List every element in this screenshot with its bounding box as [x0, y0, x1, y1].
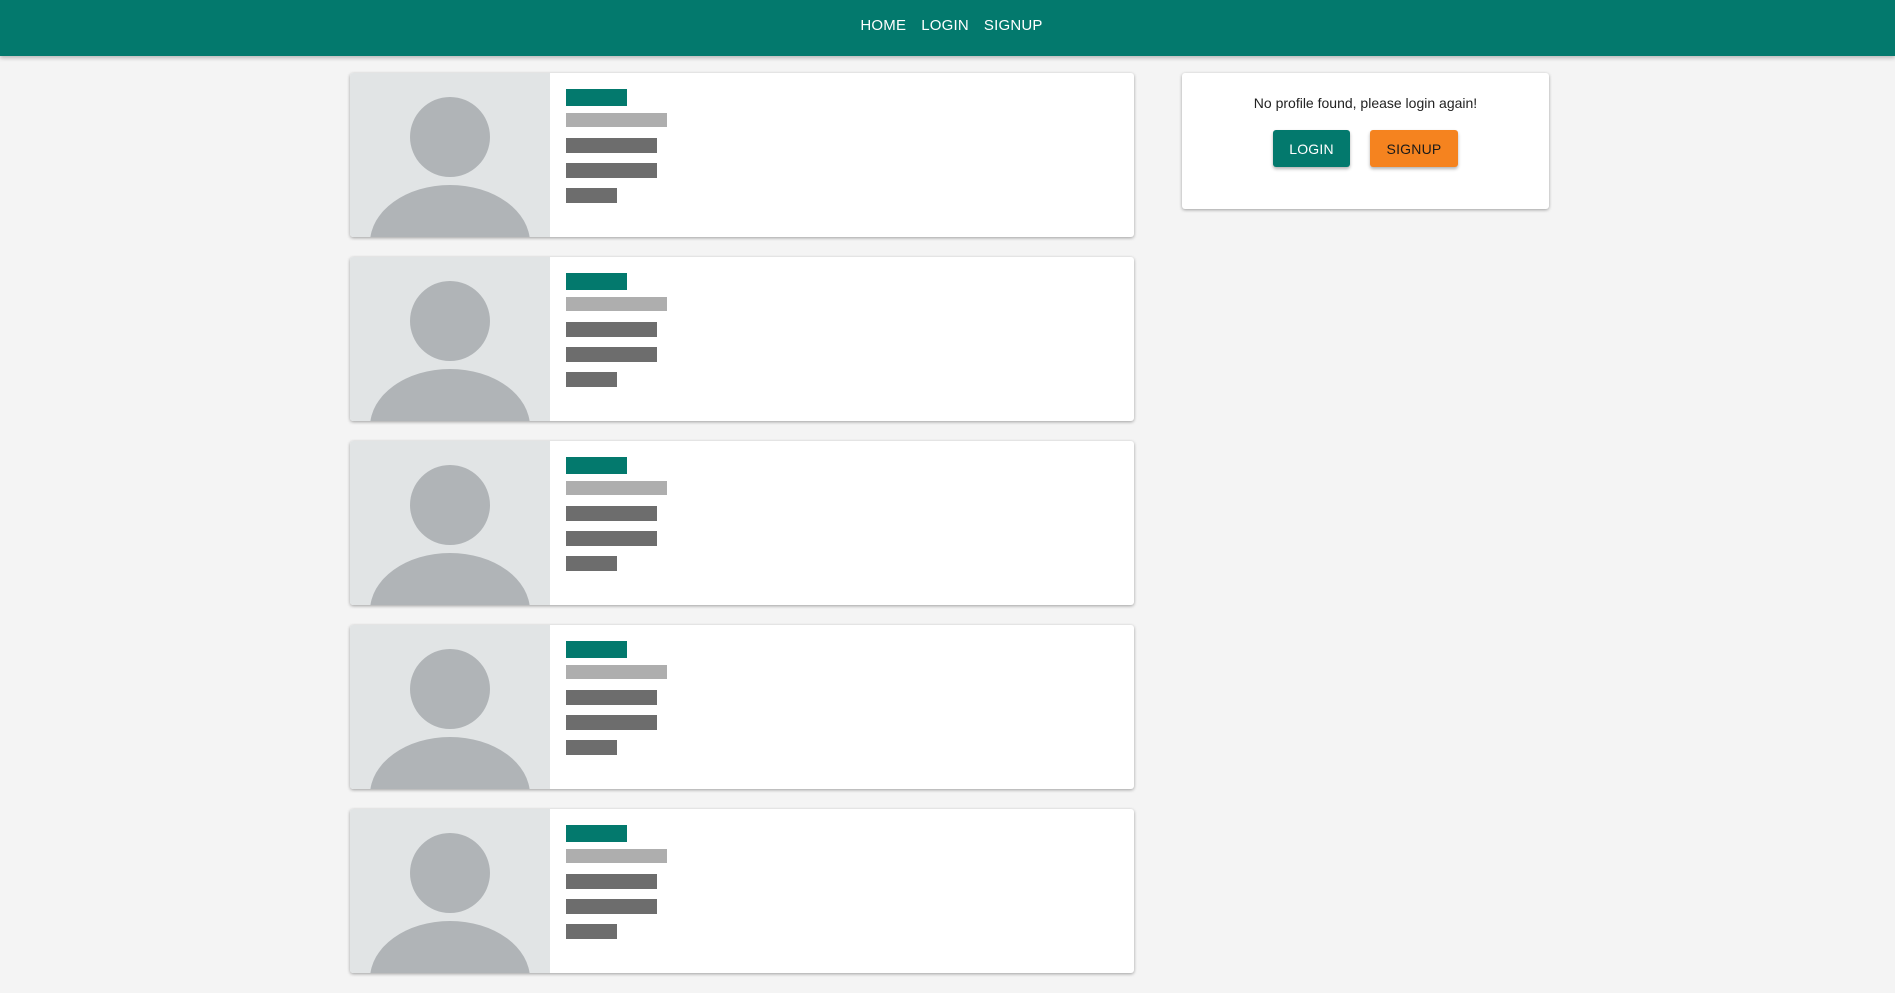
detail-line-placeholder: [566, 531, 657, 546]
name-placeholder: [566, 825, 627, 842]
detail-line-placeholder: [566, 188, 617, 203]
detail-line-placeholder: [566, 899, 657, 914]
name-placeholder: [566, 273, 627, 290]
subtitle-placeholder: [566, 665, 667, 679]
detail-line-placeholder: [566, 347, 657, 362]
profile-info-placeholder: [550, 809, 667, 973]
profile-card[interactable]: [350, 73, 1134, 237]
nav-links: HOME LOGIN SIGNUP: [852, 17, 1042, 34]
name-placeholder: [566, 89, 627, 106]
name-placeholder: [566, 457, 627, 474]
subtitle-placeholder: [566, 297, 667, 311]
auth-button-row: LOGIN SIGNUP: [1182, 130, 1549, 167]
signup-button[interactable]: SIGNUP: [1370, 130, 1458, 167]
profile-info-placeholder: [550, 625, 667, 789]
detail-line-placeholder: [566, 506, 657, 521]
subtitle-placeholder: [566, 849, 667, 863]
avatar-placeholder: [350, 257, 550, 421]
profile-card[interactable]: [350, 809, 1134, 973]
detail-line-placeholder: [566, 372, 617, 387]
user-silhouette-icon: [370, 97, 530, 237]
user-silhouette-icon: [370, 465, 530, 605]
detail-line-placeholder: [566, 322, 657, 337]
subtitle-placeholder: [566, 481, 667, 495]
avatar-placeholder: [350, 441, 550, 605]
profile-info-placeholder: [550, 441, 667, 605]
detail-line-placeholder: [566, 690, 657, 705]
profile-info-placeholder: [550, 257, 667, 421]
nav-signup-link[interactable]: SIGNUP: [984, 17, 1043, 34]
name-placeholder: [566, 641, 627, 658]
detail-line-placeholder: [566, 715, 657, 730]
profile-panel: No profile found, please login again! LO…: [1182, 73, 1549, 209]
user-silhouette-icon: [370, 281, 530, 421]
no-profile-message: No profile found, please login again!: [1253, 95, 1478, 111]
user-silhouette-icon: [370, 649, 530, 789]
login-button[interactable]: LOGIN: [1273, 130, 1350, 167]
profile-feed: [350, 73, 1134, 993]
nav-login-link[interactable]: LOGIN: [921, 17, 969, 34]
avatar-placeholder: [350, 625, 550, 789]
detail-line-placeholder: [566, 924, 617, 939]
profile-card[interactable]: [350, 441, 1134, 605]
profile-card[interactable]: [350, 257, 1134, 421]
profile-card[interactable]: [350, 625, 1134, 789]
avatar-placeholder: [350, 809, 550, 973]
subtitle-placeholder: [566, 113, 667, 127]
detail-line-placeholder: [566, 556, 617, 571]
user-silhouette-icon: [370, 833, 530, 973]
detail-line-placeholder: [566, 163, 657, 178]
profile-info-placeholder: [550, 73, 667, 237]
top-navbar: HOME LOGIN SIGNUP: [0, 0, 1895, 56]
detail-line-placeholder: [566, 874, 657, 889]
nav-home-link[interactable]: HOME: [860, 17, 906, 34]
avatar-placeholder: [350, 73, 550, 237]
detail-line-placeholder: [566, 740, 617, 755]
detail-line-placeholder: [566, 138, 657, 153]
